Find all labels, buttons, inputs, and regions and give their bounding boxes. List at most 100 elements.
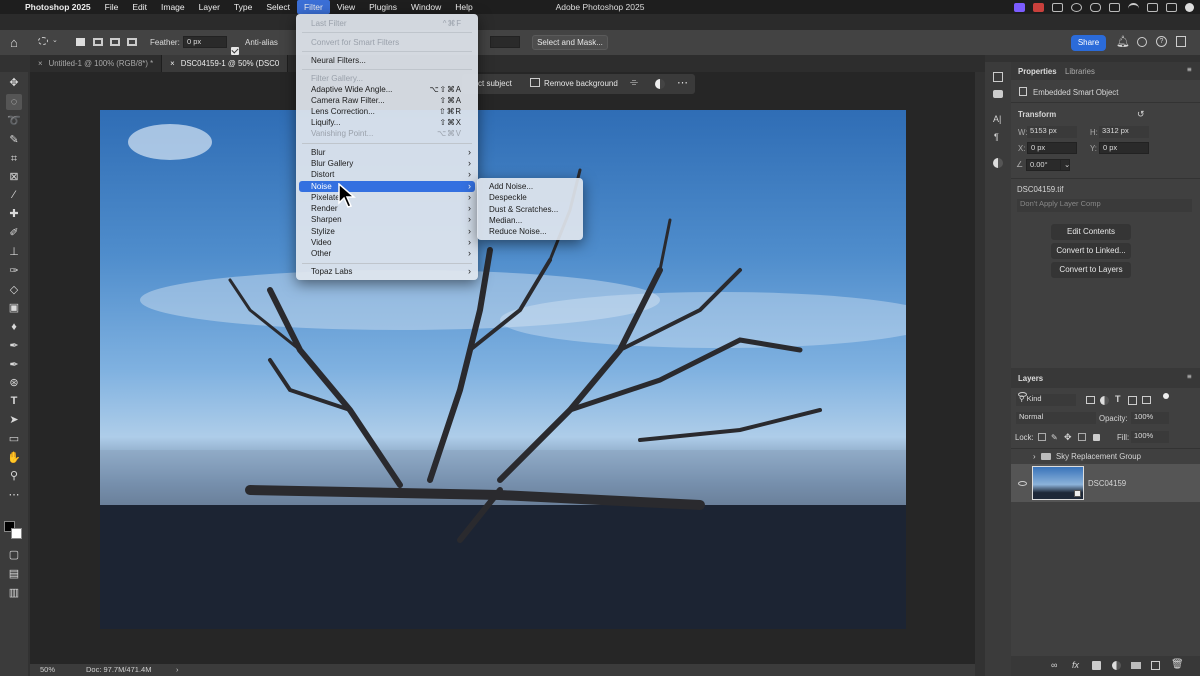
menu-file[interactable]: File <box>98 0 126 14</box>
play-icon[interactable] <box>1071 2 1082 12</box>
layer-name[interactable]: Sky Replacement Group <box>1056 452 1141 461</box>
intersect-selection-icon[interactable] <box>127 38 137 46</box>
menu-item-other[interactable]: Other › <box>296 248 478 259</box>
chevron-down-icon[interactable]: ⌄ <box>52 36 58 44</box>
x-input[interactable]: 0 px <box>1027 142 1077 154</box>
expand-chevron-icon[interactable]: › <box>1033 452 1036 461</box>
panel-menu-icon[interactable]: ≡ <box>1187 65 1192 74</box>
lock-artboard-icon[interactable] <box>1078 433 1086 441</box>
tab-properties[interactable]: Properties <box>1018 67 1057 76</box>
help-icon[interactable]: ? <box>1156 36 1167 47</box>
history-icon[interactable] <box>993 72 1003 82</box>
link-layers-icon[interactable]: ∞ <box>1051 660 1057 670</box>
battery-icon[interactable] <box>1109 2 1120 12</box>
trash-icon[interactable]: 🗑︎ <box>1171 659 1184 670</box>
add-selection-icon[interactable] <box>93 38 103 46</box>
fill-input[interactable]: 100% <box>1131 431 1169 443</box>
quick-mask-icon[interactable]: ▢ <box>6 547 22 563</box>
comments-icon[interactable] <box>993 90 1003 98</box>
adjustments-icon[interactable] <box>993 158 1003 168</box>
menu-item-reduce-noise[interactable]: Reduce Noise... <box>477 226 583 237</box>
menu-filter[interactable]: Filter <box>296 0 330 14</box>
background-color-swatch[interactable] <box>11 528 22 539</box>
screen-mode-icon[interactable]: ▤ <box>6 566 22 582</box>
lock-position-icon[interactable]: ✥ <box>1064 432 1072 443</box>
menu-item-lens-correction[interactable]: Lens Correction... ⇧⌘R <box>296 106 478 117</box>
menu-item-blur-gallery[interactable]: Blur Gallery › <box>296 158 478 169</box>
path-select-tool-icon[interactable]: ➤ <box>6 412 22 428</box>
menu-item-adaptive-wide-angle[interactable]: Adaptive Wide Angle... ⌥⇧⌘A <box>296 84 478 95</box>
adjustment-icon[interactable] <box>655 79 665 89</box>
control-center-icon[interactable] <box>1166 2 1177 12</box>
chevron-down-icon[interactable]: ⌄ <box>1060 159 1070 171</box>
width-input[interactable]: 5153 px <box>1027 126 1077 138</box>
frame-tool-icon[interactable]: ⊠ <box>6 169 22 185</box>
menu-item-median[interactable]: Median... <box>477 215 583 226</box>
type-tool-icon[interactable]: T <box>6 393 22 409</box>
bell-icon[interactable]: 🔔︎ <box>1116 35 1130 48</box>
ellipse-marquee-icon[interactable] <box>38 37 48 45</box>
brush-tool-icon[interactable]: ✐ <box>6 225 22 241</box>
y-input[interactable]: 0 px <box>1099 142 1149 154</box>
opacity-input[interactable]: 100% <box>1131 412 1169 424</box>
chevron-right-icon[interactable]: › <box>176 664 179 676</box>
height-input[interactable] <box>490 36 520 48</box>
clone-stamp-tool-icon[interactable]: ⊥ <box>6 244 22 260</box>
menu-item-video[interactable]: Video › <box>296 237 478 248</box>
rectangle-tool-icon[interactable]: ▭ <box>6 431 22 447</box>
apple-icon[interactable] <box>0 0 18 14</box>
menu-item-topaz-labs[interactable]: Topaz Labs › <box>296 266 478 277</box>
new-group-icon[interactable] <box>1131 662 1141 669</box>
pen-tool-icon[interactable]: ✒ <box>6 357 22 373</box>
history-brush-tool-icon[interactable]: ✑ <box>6 263 22 279</box>
height-input[interactable]: 3312 px <box>1099 126 1149 138</box>
quick-select-tool-icon[interactable]: ✎ <box>6 132 22 148</box>
eyedropper-tool-icon[interactable]: ⁄ <box>6 187 22 203</box>
zoom-level[interactable]: 50% <box>40 664 55 676</box>
menu-select[interactable]: Select <box>259 0 297 14</box>
convert-to-layers-button[interactable]: Convert to Layers <box>1051 262 1131 278</box>
transform-icon[interactable]: ⌯ <box>630 77 638 88</box>
shape-filter-icon[interactable] <box>1128 396 1137 405</box>
menu-item-despeckle[interactable]: Despeckle <box>477 192 583 203</box>
edit-contents-button[interactable]: Edit Contents <box>1051 224 1131 240</box>
layer-comp-select[interactable]: Don't Apply Layer Comp <box>1017 199 1192 212</box>
menu-image[interactable]: Image <box>154 0 192 14</box>
app-status-icon[interactable] <box>1033 2 1044 12</box>
lock-all-icon[interactable] <box>1093 434 1100 441</box>
gradient-tool-icon[interactable]: ▣ <box>6 300 22 316</box>
menu-item-add-noise[interactable]: Add Noise... <box>477 181 583 192</box>
menu-item-noise[interactable]: Noise › <box>299 181 475 192</box>
menu-item-render[interactable]: Render › <box>296 203 478 214</box>
close-icon[interactable]: × <box>38 59 43 68</box>
tab-untitled[interactable]: × Untitled-1 @ 100% (RGB/8*) * <box>30 55 163 72</box>
type-filter-icon[interactable]: T <box>1115 394 1121 404</box>
new-layer-icon[interactable] <box>1151 661 1160 670</box>
lasso-tool-icon[interactable]: ➰ <box>6 113 22 129</box>
home-icon[interactable]: ⌂ <box>10 35 18 50</box>
smart-object-filter-icon[interactable] <box>1142 396 1151 404</box>
menu-item-pixelate[interactable]: Pixelate › <box>296 192 478 203</box>
ellipse-marquee-tool-icon[interactable]: ◌ <box>6 94 22 110</box>
subtract-selection-icon[interactable] <box>110 38 120 46</box>
character-icon[interactable]: A| <box>993 114 1001 124</box>
menu-type[interactable]: Type <box>227 0 259 14</box>
visibility-eye-icon[interactable] <box>1018 481 1027 486</box>
zoom-tool-icon[interactable]: ⚲ <box>6 468 22 484</box>
tab-dsc04159[interactable]: × DSC04159-1 @ 50% (DSC0 <box>162 55 289 72</box>
menu-item-camera-raw[interactable]: Camera Raw Filter... ⇧⌘A <box>296 95 478 106</box>
hand-tool-icon[interactable]: ✋ <box>6 450 22 466</box>
more-tools-icon[interactable]: ⋯ <box>6 487 22 503</box>
eraser-tool-icon[interactable]: ◇ <box>6 282 22 298</box>
more-icon[interactable]: ⋯ <box>677 76 688 89</box>
menu-item-dust-scratches[interactable]: Dust & Scratches... <box>477 204 583 215</box>
workspace-icon[interactable] <box>1176 36 1186 47</box>
visibility-eye-icon[interactable] <box>1018 392 1027 397</box>
tab-libraries[interactable]: Libraries <box>1065 67 1095 76</box>
menu-item-distort[interactable]: Distort › <box>296 169 478 180</box>
menu-layer[interactable]: Layer <box>192 0 227 14</box>
new-selection-icon[interactable] <box>76 38 85 46</box>
lock-transparency-icon[interactable] <box>1038 433 1046 441</box>
menu-item-neural-filters[interactable]: Neural Filters... <box>296 55 478 66</box>
menu-plugins[interactable]: Plugins <box>362 0 404 14</box>
